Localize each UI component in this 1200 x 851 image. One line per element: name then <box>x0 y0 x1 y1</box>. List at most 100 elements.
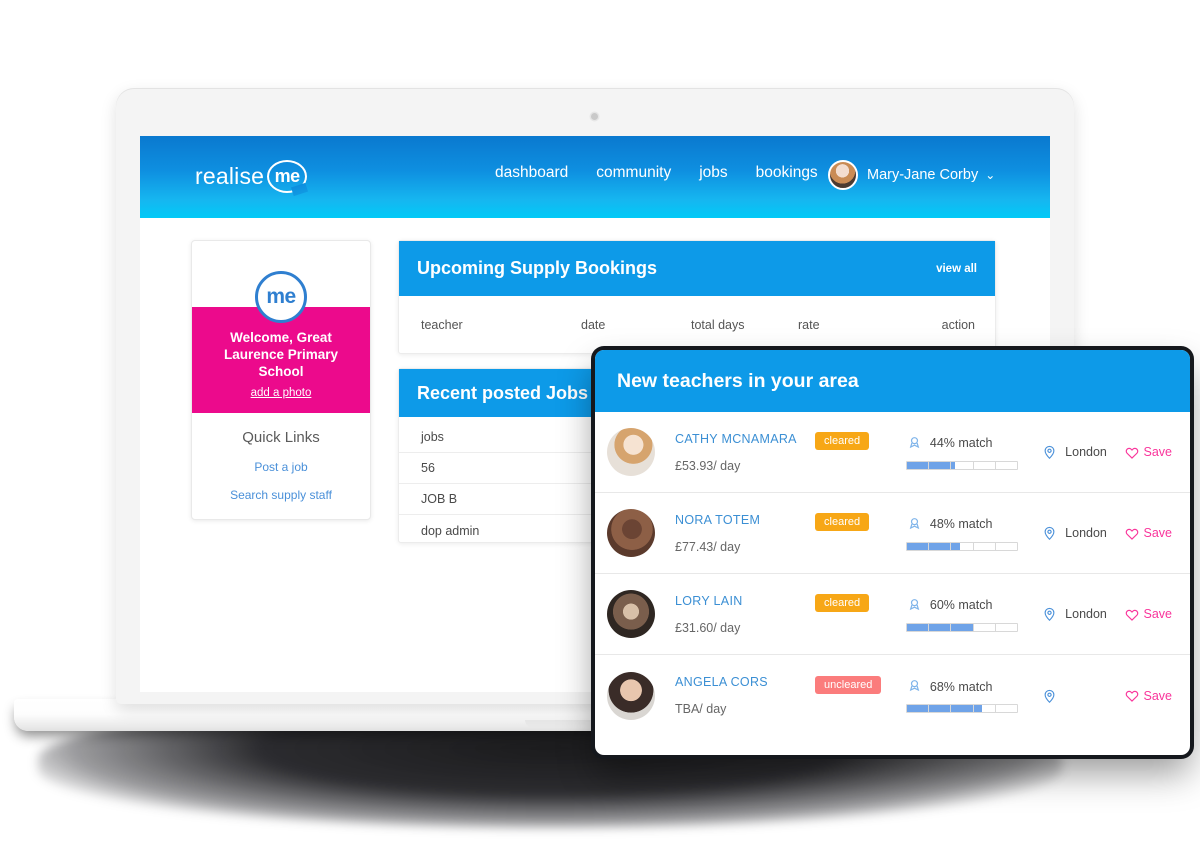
teacher-row[interactable]: ANGELA CORS TBA/ day uncleared 68% match Sav… <box>595 655 1190 736</box>
teacher-name[interactable]: CATHY MCNAMARA <box>675 432 815 446</box>
teacher-name-block: ANGELA CORS TBA/ day <box>655 675 815 716</box>
status-badge: cleared <box>815 432 870 450</box>
nav-item-jobs[interactable]: jobs <box>699 164 727 182</box>
avatar <box>607 671 655 720</box>
match-progress-bar <box>905 622 1018 632</box>
save-label: Save <box>1143 526 1173 540</box>
bookings-panel-title: Upcoming Supply Bookings <box>417 258 658 278</box>
match-award-icon <box>906 597 923 614</box>
brand-mark-icon: me <box>267 160 308 193</box>
location-pin-icon <box>1042 524 1057 542</box>
location-cell: London <box>1024 524 1124 542</box>
match-cell: 60% match <box>905 597 1024 632</box>
nav-item-dashboard[interactable]: dashboard <box>495 164 568 182</box>
save-button[interactable]: Save <box>1125 445 1173 459</box>
brand-name: realise <box>195 163 265 189</box>
match-award-icon <box>906 516 923 533</box>
location-pin-icon <box>1042 443 1057 461</box>
location-pin-icon <box>1042 605 1057 623</box>
save-button[interactable]: Save <box>1125 526 1173 540</box>
teacher-row[interactable]: LORY LAIN £31.60/ day cleared 60% match Lond… <box>595 574 1190 655</box>
teacher-name[interactable]: NORA TOTEM <box>675 513 815 527</box>
match-percent: 60% match <box>929 598 993 612</box>
view-all-link[interactable]: view all <box>936 263 977 275</box>
match-award-icon <box>906 435 923 452</box>
teacher-name[interactable]: ANGELA CORS <box>675 675 815 689</box>
save-button[interactable]: Save <box>1125 688 1173 703</box>
teachers-card-header: New teachers in your area <box>595 350 1190 412</box>
teacher-name-block: NORA TOTEM £77.43/ day <box>655 513 815 554</box>
welcome-text: Welcome, Great Laurence Primary School <box>223 330 339 379</box>
brand-logo[interactable]: realise me <box>195 160 308 193</box>
teacher-name-block: CATHY MCNAMARA £53.93/ day <box>655 432 815 473</box>
me-logo-icon: me <box>255 271 307 323</box>
match-award-icon <box>906 678 923 695</box>
heart-icon <box>1125 689 1139 702</box>
teacher-rate: £31.60/ day <box>675 620 741 635</box>
match-cell: 44% match <box>905 435 1024 470</box>
top-navigation-bar: realise me dashboard community jobs book… <box>140 136 1050 218</box>
avatar <box>828 160 858 190</box>
status-badge: cleared <box>815 513 870 531</box>
teacher-rate: TBA/ day <box>675 702 727 716</box>
webcam-icon <box>591 113 598 120</box>
location-name: London <box>1065 526 1107 540</box>
teacher-rate: £53.93/ day <box>675 458 741 473</box>
quick-link-post-a-job[interactable]: Post a job <box>192 460 370 474</box>
new-teachers-card: New teachers in your area CATHY MCNAMARA… <box>595 350 1190 755</box>
match-percent: 68% match <box>929 679 993 694</box>
avatar <box>607 590 655 638</box>
teacher-row[interactable]: CATHY MCNAMARA £53.93/ day cleared 44% matc… <box>595 412 1190 493</box>
match-progress-bar <box>905 460 1018 470</box>
nav-item-community[interactable]: community <box>596 164 671 182</box>
save-label: Save <box>1143 445 1173 459</box>
heart-icon <box>1125 527 1139 540</box>
quick-link-search-supply-staff[interactable]: Search supply staff <box>192 488 370 502</box>
chevron-down-icon: ⌄ <box>985 168 996 182</box>
save-label: Save <box>1143 688 1173 703</box>
avatar <box>607 428 655 476</box>
teacher-rate: £77.43/ day <box>675 539 741 554</box>
location-pin-icon <box>1042 687 1057 705</box>
quick-links-section: Quick Links Post a job Search supply sta… <box>192 413 370 502</box>
add-a-photo-link[interactable]: add a photo <box>251 387 312 399</box>
bookings-col-date: date <box>581 318 606 332</box>
bookings-col-teacher: teacher <box>421 318 463 332</box>
avatar <box>607 509 655 557</box>
match-percent: 44% match <box>929 436 993 450</box>
screenshot-stage: realise me dashboard community jobs book… <box>0 0 1200 851</box>
heart-icon <box>1125 446 1139 459</box>
bookings-col-rate: rate <box>798 318 820 332</box>
bookings-table-header: teacher date total days rate action <box>399 296 995 354</box>
brand-mark-text: me <box>274 166 301 186</box>
bookings-col-action: action <box>941 318 975 332</box>
location-cell: London <box>1024 605 1124 623</box>
quick-links-title: Quick Links <box>242 429 320 446</box>
teachers-list: CATHY MCNAMARA £53.93/ day cleared 44% matc… <box>595 412 1190 736</box>
nav-item-bookings[interactable]: bookings <box>756 164 818 182</box>
match-percent: 48% match <box>929 517 993 531</box>
profile-logo-area: me <box>192 241 370 323</box>
save-button[interactable]: Save <box>1125 607 1173 621</box>
status-badge: uncleared <box>815 675 882 694</box>
match-progress-bar <box>905 704 1018 713</box>
location-cell <box>1024 687 1124 705</box>
match-cell: 48% match <box>905 516 1024 551</box>
location-name: London <box>1065 445 1107 459</box>
location-cell: London <box>1024 443 1124 461</box>
bookings-col-total-days: total days <box>691 318 745 332</box>
save-label: Save <box>1143 607 1173 621</box>
teacher-name-block: LORY LAIN £31.60/ day <box>655 594 815 635</box>
user-name: Mary-Jane Corby <box>867 167 979 183</box>
heart-icon <box>1125 608 1139 621</box>
school-profile-card: me Welcome, Great Laurence Primary Schoo… <box>191 240 371 520</box>
user-menu[interactable]: Mary-Jane Corby ⌄ <box>828 160 995 190</box>
nav-links: dashboard community jobs bookings <box>495 164 818 182</box>
teacher-row[interactable]: NORA TOTEM £77.43/ day cleared 48% match Lon… <box>595 493 1190 574</box>
match-cell: 68% match <box>905 678 1024 713</box>
status-badge: cleared <box>815 594 870 612</box>
jobs-panel-title: Recent posted Jobs <box>417 382 589 403</box>
teachers-card-title: New teachers in your area <box>617 369 859 392</box>
bookings-panel-header: Upcoming Supply Bookings view all <box>399 241 995 296</box>
teacher-name[interactable]: LORY LAIN <box>675 594 815 608</box>
